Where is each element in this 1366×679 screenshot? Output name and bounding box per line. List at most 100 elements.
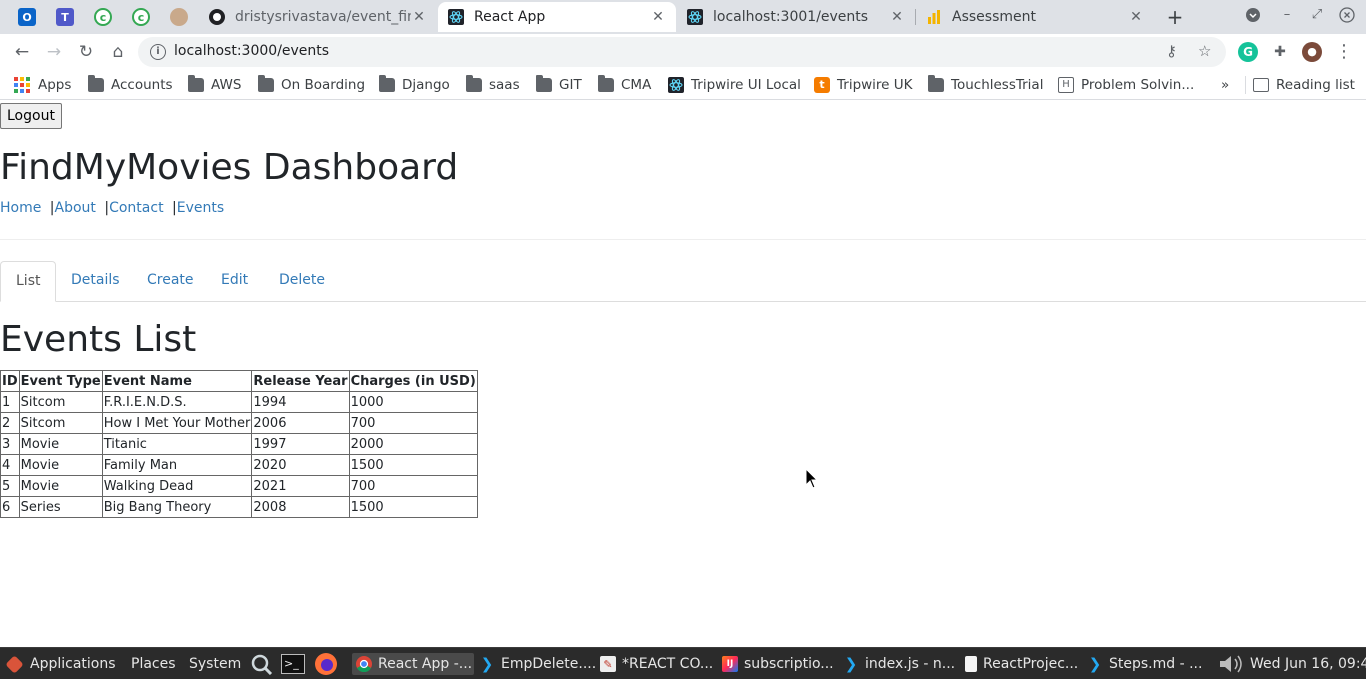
cell-release-year: 1997 (251, 433, 350, 455)
cell-id: 6 (0, 496, 20, 518)
back-icon[interactable]: ← (11, 41, 33, 63)
tab-delete[interactable]: Delete (264, 261, 340, 302)
close-icon[interactable]: ✕ (411, 9, 427, 25)
cell-event-name: F.R.I.E.N.D.S. (101, 391, 253, 413)
pinned-tab-outlook[interactable]: O (9, 4, 45, 30)
address-bar[interactable]: i localhost:3000/events ⚷ ☆ (138, 37, 1226, 67)
bookmark-on-boarding[interactable]: On Boarding (258, 75, 365, 94)
system-taskbar: Applications Places System >_ React App … (0, 647, 1366, 679)
nav-link-contact[interactable]: Contact (109, 200, 163, 216)
tab-github[interactable]: dristysrivastava/event_find ✕ (199, 2, 437, 32)
pinned-tab-teams[interactable]: T (47, 4, 83, 30)
folder-icon (928, 75, 944, 92)
pinned-tab-3[interactable] (161, 4, 197, 30)
taskbar-window-empdelete[interactable]: ❯ EmpDelete.... (479, 653, 596, 675)
bookmark-tripwire-ui-local[interactable]: Tripwire UI Local (668, 76, 801, 94)
menu-icon[interactable]: ⋮ (1334, 42, 1354, 62)
tab-details[interactable]: Details (56, 261, 135, 302)
column-header: Event Type (18, 370, 103, 392)
nav-link-events[interactable]: Events (177, 200, 224, 216)
cell-charges: 1500 (348, 454, 478, 476)
profile-avatar[interactable]: ● (1302, 42, 1322, 62)
forward-icon[interactable]: → (43, 41, 65, 63)
reload-icon[interactable]: ↻ (75, 41, 97, 63)
search-icon[interactable] (249, 653, 275, 675)
tab-create[interactable]: Create (132, 261, 209, 302)
folder-icon (466, 75, 482, 92)
clock[interactable]: Wed Jun 16, 09:46 (1250, 653, 1366, 675)
folder-icon (88, 75, 104, 92)
cell-event-type: Movie (18, 454, 103, 476)
taskbar-window-subscription[interactable]: IJ subscriptio... (722, 653, 834, 675)
bookmark-apps[interactable]: Apps (14, 76, 71, 94)
tab-assessment[interactable]: Assessment ✕ (916, 2, 1154, 32)
bookmark-accounts[interactable]: Accounts (88, 75, 173, 94)
cell-id: 5 (0, 475, 20, 497)
extensions-icon[interactable]: ✚ (1270, 42, 1290, 62)
cell-charges: 700 (348, 475, 478, 497)
vscode-icon: ❯ (844, 655, 858, 673)
bookmark-cma[interactable]: CMA (598, 75, 651, 94)
taskbar-window-react-co[interactable]: ✎ *REACT CO... (600, 653, 713, 675)
cell-event-type: Sitcom (18, 412, 103, 434)
url-text[interactable]: localhost:3000/events (174, 43, 329, 59)
tab-search-icon[interactable] (1243, 7, 1263, 27)
cell-id: 2 (0, 412, 20, 434)
applications-menu[interactable]: Applications (5, 653, 116, 675)
folder-icon (188, 75, 204, 92)
github-icon (209, 9, 225, 25)
reading-list-icon (1253, 78, 1269, 92)
bookmark-aws[interactable]: AWS (188, 75, 241, 94)
folder-icon (258, 75, 274, 92)
cell-id: 4 (0, 454, 20, 476)
tab-react-app[interactable]: React App ✕ (438, 2, 676, 32)
cell-release-year: 2008 (251, 496, 350, 518)
nav-link-about[interactable]: About (55, 200, 96, 216)
logout-button[interactable]: Logout (0, 103, 62, 129)
firefox-icon[interactable] (313, 653, 339, 675)
react-icon (448, 9, 464, 25)
taskbar-window-reactproject[interactable]: ReactProjec... (965, 653, 1078, 675)
bookmark-problem-solving[interactable]: H Problem Solvin... (1058, 76, 1194, 94)
bookmark-tripwire-uk[interactable]: t Tripwire UK (814, 76, 913, 94)
minimize-icon[interactable]: – (1277, 7, 1297, 22)
bookmark-git[interactable]: GIT (536, 75, 582, 94)
column-header: Event Name (101, 370, 253, 392)
reading-list-button[interactable]: Reading list (1245, 76, 1355, 94)
volume-icon[interactable] (1216, 653, 1246, 675)
grammarly-icon[interactable]: G (1238, 42, 1258, 62)
restore-icon[interactable]: ⤢ (1307, 7, 1327, 22)
table-header-row: ID Event Type Event Name Release Year Ch… (0, 370, 478, 392)
cell-event-name: Walking Dead (101, 475, 253, 497)
nav-link-home[interactable]: Home (0, 200, 41, 216)
page-content: Logout FindMyMovies Dashboard Home |Abou… (0, 101, 1366, 647)
tab-list[interactable]: List (0, 261, 57, 302)
close-window-icon[interactable] (1337, 7, 1357, 27)
more-bookmarks-button[interactable]: » (1221, 76, 1229, 94)
terminal-icon[interactable]: >_ (281, 653, 305, 675)
taskbar-window-steps-md[interactable]: ❯ Steps.md - ... (1087, 653, 1203, 675)
site-info-icon[interactable]: i (150, 44, 166, 60)
divider (0, 239, 1366, 240)
key-icon[interactable]: ⚷ (1166, 42, 1177, 60)
tab-edit[interactable]: Edit (206, 261, 263, 302)
cell-release-year: 2006 (251, 412, 350, 434)
taskbar-window-react-app[interactable]: React App -... (352, 653, 474, 675)
star-icon[interactable]: ☆ (1198, 42, 1211, 60)
table-row: 6 Series Big Bang Theory 2008 1500 (0, 496, 478, 518)
bookmark-saas[interactable]: saas (466, 75, 520, 94)
pinned-tab-1[interactable]: c (85, 4, 121, 30)
close-icon[interactable]: ✕ (889, 9, 905, 25)
bookmark-touchlesstrial[interactable]: TouchlessTrial (928, 75, 1043, 94)
tab-localhost-3001[interactable]: localhost:3001/events ✕ (677, 2, 915, 32)
new-tab-button[interactable]: + (1164, 6, 1186, 28)
system-menu[interactable]: System (189, 653, 241, 675)
places-menu[interactable]: Places (131, 653, 176, 675)
bookmark-django[interactable]: Django (379, 75, 450, 94)
taskbar-window-index-js[interactable]: ❯ index.js - n... (843, 653, 955, 675)
close-icon[interactable]: ✕ (650, 9, 666, 25)
home-icon[interactable]: ⌂ (107, 41, 129, 63)
column-header: Charges (in USD) (348, 370, 478, 392)
close-icon[interactable]: ✕ (1128, 9, 1144, 25)
pinned-tab-2[interactable]: c (123, 4, 159, 30)
